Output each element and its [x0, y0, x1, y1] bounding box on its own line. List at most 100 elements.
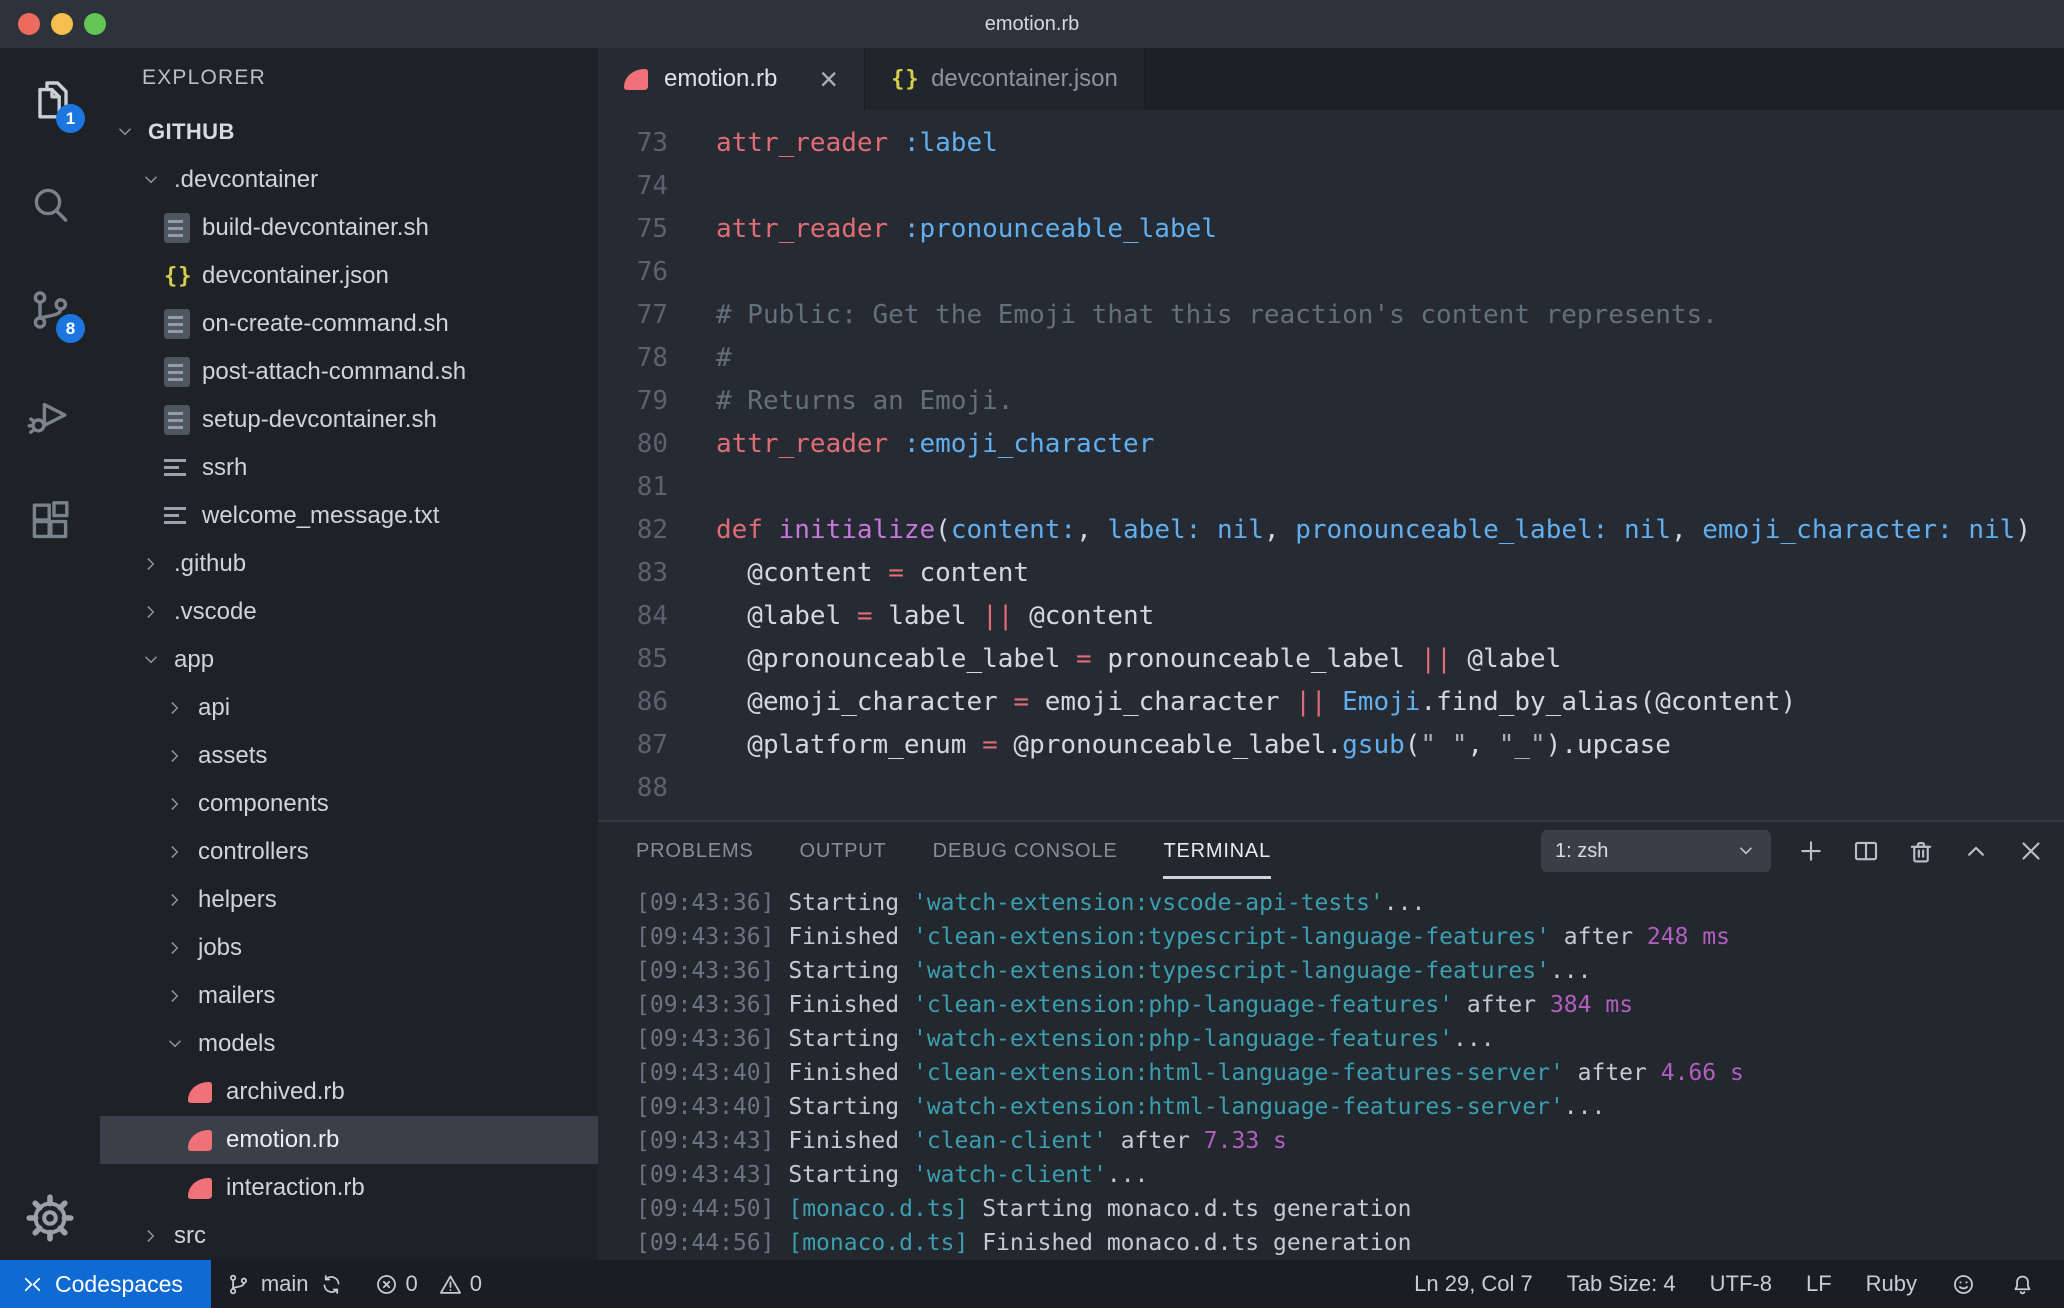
tree-item-setup-devcontainer-sh[interactable]: setup-devcontainer.sh [100, 396, 598, 444]
warning-count-value: 0 [469, 1271, 483, 1296]
chevron-right-icon [171, 894, 179, 906]
encoding-status[interactable]: UTF-8 [1693, 1260, 1789, 1308]
new-terminal-button[interactable] [1796, 836, 1826, 866]
tree-item-devcontainer-json[interactable]: {} devcontainer.json [100, 252, 598, 300]
chevron-right-icon [147, 558, 155, 570]
tree-item-interaction-rb[interactable]: interaction.rb [100, 1164, 598, 1212]
close-tab-button[interactable]: × [819, 63, 838, 95]
code-line[interactable]: 87 @platform_enum = @pronounceable_label… [598, 724, 2064, 767]
tree-item-controllers[interactable]: controllers [100, 828, 598, 876]
code-line[interactable]: 84 @label = label || @content [598, 595, 2064, 638]
cursor-position-status[interactable]: Ln 29, Col 7 [1397, 1260, 1550, 1308]
tree-item-ssrh[interactable]: ssrh [100, 444, 598, 492]
code-line[interactable]: 85 @pronounceable_label = pronounceable_… [598, 638, 2064, 681]
code-line[interactable]: 81 [598, 466, 2064, 509]
code-line[interactable]: 74 [598, 165, 2064, 208]
tree-item-app[interactable]: app [100, 636, 598, 684]
code-text: @platform_enum = @pronounceable_label.gs… [716, 730, 1671, 760]
tree-item-assets[interactable]: assets [100, 732, 598, 780]
ruby-file-icon [188, 1177, 212, 1199]
panel-tab-debug-console[interactable]: DEBUG CONSOLE [933, 832, 1118, 871]
json-file-icon: {} [164, 263, 193, 289]
tree-item-components[interactable]: components [100, 780, 598, 828]
code-line[interactable]: 73 attr_reader :label [598, 122, 2064, 165]
terminal-output[interactable]: [09:43:36] Starting 'watch-extension:vsc… [598, 880, 2064, 1260]
sync-icon [323, 1274, 340, 1294]
notifications-status[interactable] [1993, 1260, 2052, 1308]
problems-status[interactable]: 00 [359, 1260, 498, 1308]
workbench: 18 EXPLORER GITHUB .devcontainer build-dev… [0, 48, 2064, 1260]
code-line[interactable]: 80 attr_reader :emoji_character [598, 423, 2064, 466]
code-line[interactable]: 75 attr_reader :pronounceable_label [598, 208, 2064, 251]
tree-item-emotion-rb[interactable]: emotion.rb [100, 1116, 598, 1164]
feedback-status[interactable] [1934, 1260, 1993, 1308]
terminal-shell-select[interactable]: 1: zsh [1541, 830, 1771, 872]
tree-item-label: components [198, 790, 329, 817]
split-terminal-button[interactable] [1851, 836, 1881, 866]
tree-item-helpers[interactable]: helpers [100, 876, 598, 924]
ruby-file-icon [188, 1129, 212, 1151]
activity-bar-item-source-control[interactable]: 8 [24, 284, 85, 343]
indentation-status[interactable]: Tab Size: 4 [1550, 1260, 1693, 1308]
maximize-window-button[interactable] [84, 13, 106, 35]
activity-bar-item-manage[interactable] [24, 1192, 76, 1244]
tab-label: emotion.rb [664, 65, 778, 92]
eol-status[interactable]: LF [1789, 1260, 1849, 1308]
code-line[interactable]: 78 # [598, 337, 2064, 380]
editor-tab-devcontainer-json[interactable]: {} devcontainer.json [865, 48, 1145, 110]
chevron-right-icon [164, 697, 186, 719]
chevron-down-icon [145, 176, 157, 184]
tree-item-vscode[interactable]: .vscode [100, 588, 598, 636]
tree-item-post-attach-command-sh[interactable]: post-attach-command.sh [100, 348, 598, 396]
editor-tab-emotion-rb[interactable]: emotion.rb × [598, 48, 866, 110]
trash-icon [1910, 841, 1932, 863]
encoding-label: UTF-8 [1709, 1271, 1772, 1296]
activity-bar-item-extensions[interactable] [24, 494, 76, 546]
activity-bar-item-explorer[interactable]: 1 [24, 74, 85, 133]
tree-item-jobs[interactable]: jobs [100, 924, 598, 972]
code-text: # [716, 343, 732, 373]
tree-item-archived-rb[interactable]: archived.rb [100, 1068, 598, 1116]
code-line[interactable]: 82 def initialize(content:, label: nil, p… [598, 509, 2064, 552]
codespaces-status[interactable]: Codespaces [0, 1260, 211, 1308]
code-line[interactable]: 86 @emoji_character = emoji_character ||… [598, 681, 2064, 724]
minimize-window-button[interactable] [51, 13, 73, 35]
shell-file-icon [164, 309, 190, 339]
line-number: 74 [636, 171, 668, 201]
line-number: 80 [636, 429, 668, 459]
code-text: @label = label || @content [716, 601, 1155, 631]
code-line[interactable]: 77 # Public: Get the Emoji that this reac… [598, 294, 2064, 337]
tree-item-src[interactable]: src [100, 1212, 598, 1260]
tree-item-github[interactable]: .github [100, 540, 598, 588]
tree-item-api[interactable]: api [100, 684, 598, 732]
code-editor[interactable]: 73 attr_reader :label 74 75 attr_reader :pro… [598, 110, 2064, 820]
code-line[interactable]: 76 [598, 251, 2064, 294]
tree-item-devcontainer[interactable]: .devcontainer [100, 156, 598, 204]
language-mode-status[interactable]: Ruby [1849, 1260, 1934, 1308]
tree-item-label: models [198, 1030, 276, 1057]
tree-item-github[interactable]: GITHUB [100, 108, 598, 156]
line-number: 85 [636, 644, 668, 674]
window-controls [18, 0, 106, 48]
panel-tab-problems[interactable]: PROBLEMS [636, 832, 754, 871]
tree-item-on-create-command-sh[interactable]: on-create-command.sh [100, 300, 598, 348]
panel-tab-terminal[interactable]: TERMINAL [1163, 832, 1271, 879]
tree-item-models[interactable]: models [100, 1020, 598, 1068]
panel-tab-output[interactable]: OUTPUT [800, 832, 887, 871]
tree-item-welcome-message-txt[interactable]: welcome_message.txt [100, 492, 598, 540]
tree-item-build-devcontainer-sh[interactable]: build-devcontainer.sh [100, 204, 598, 252]
close-window-button[interactable] [18, 13, 40, 35]
chevron-down-icon [145, 656, 157, 664]
chevron-right-icon [164, 841, 186, 863]
tree-item-mailers[interactable]: mailers [100, 972, 598, 1020]
kill-terminal-button[interactable] [1906, 836, 1936, 866]
code-line[interactable]: 79 # Returns an Emoji. [598, 380, 2064, 423]
activity-bar-item-run-and-debug[interactable] [24, 389, 76, 441]
code-line[interactable]: 83 @content = content [598, 552, 2064, 595]
git-branch-status[interactable]: main [211, 1260, 359, 1308]
smiley-icon [1954, 1274, 1973, 1294]
close-panel-button[interactable] [2016, 836, 2046, 866]
activity-bar-item-search[interactable] [24, 179, 76, 231]
maximize-panel-button[interactable] [1961, 836, 1991, 866]
code-line[interactable]: 88 [598, 767, 2064, 810]
